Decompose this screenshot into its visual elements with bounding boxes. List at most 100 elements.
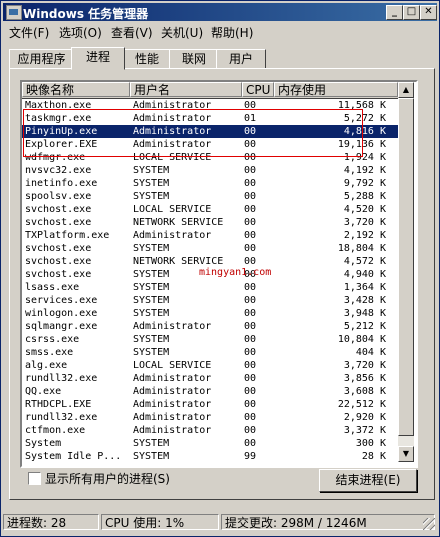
- process-row[interactable]: System SYSTEM 00 300 K: [22, 437, 398, 450]
- status-commit-charge: 提交更改: 298M / 1246M: [221, 514, 435, 530]
- process-row[interactable]: lsass.exe SYSTEM 00 1,364 K: [22, 281, 398, 294]
- scroll-up-button[interactable]: ▲: [398, 82, 414, 98]
- cell-user-name: SYSTEM: [133, 334, 170, 345]
- cell-user-name: Administrator: [133, 399, 212, 410]
- show-all-users-label[interactable]: 显示所有用户的进程(S): [45, 470, 170, 487]
- cell-cpu: 00: [244, 386, 257, 397]
- cell-image-name: csrss.exe: [25, 334, 80, 345]
- process-row[interactable]: TXPlatform.exe Administrator 00 2,192 K: [22, 229, 398, 242]
- cell-image-name: svchost.exe: [25, 269, 92, 280]
- watermark: mingyan1.com: [199, 267, 272, 278]
- cell-memory: 3,428 K: [343, 295, 386, 306]
- process-row[interactable]: QQ.exe Administrator 00 3,608 K: [22, 385, 398, 398]
- cell-memory: 4,192 K: [343, 165, 386, 176]
- highlight-box: [23, 109, 363, 157]
- cell-memory: 3,720 K: [343, 217, 386, 228]
- process-row[interactable]: winlogon.exe SYSTEM 00 3,948 K: [22, 307, 398, 320]
- menu-file[interactable]: 文件(F): [9, 24, 49, 41]
- cell-cpu: 00: [244, 399, 257, 410]
- title-bar[interactable]: Windows 任务管理器 _ □ ✕: [3, 3, 437, 21]
- scroll-thumb[interactable]: [398, 98, 414, 436]
- cell-image-name: System Idle P...: [25, 451, 122, 462]
- cell-cpu: 00: [244, 217, 257, 228]
- cell-memory: 18,804 K: [337, 243, 386, 254]
- process-row[interactable]: ctfmon.exe Administrator 00 3,372 K: [22, 424, 398, 437]
- process-row[interactable]: inetinfo.exe SYSTEM 00 9,792 K: [22, 177, 398, 190]
- process-row[interactable]: csrss.exe SYSTEM 00 10,804 K: [22, 333, 398, 346]
- cell-image-name: QQ.exe: [25, 386, 62, 397]
- process-row[interactable]: rundll32.exe Administrator 00 2,920 K: [22, 411, 398, 424]
- cell-cpu: 00: [244, 178, 257, 189]
- cell-image-name: services.exe: [25, 295, 98, 306]
- process-row[interactable]: spoolsv.exe SYSTEM 00 5,288 K: [22, 190, 398, 203]
- cell-user-name: Administrator: [133, 321, 212, 332]
- cell-user-name: SYSTEM: [133, 438, 170, 449]
- cell-image-name: svchost.exe: [25, 217, 92, 228]
- process-row[interactable]: services.exe SYSTEM 00 3,428 K: [22, 294, 398, 307]
- vertical-scrollbar[interactable]: ▲ ▼: [398, 82, 414, 462]
- menu-shutdown[interactable]: 关机(U): [161, 24, 203, 41]
- cell-memory: 9,792 K: [343, 178, 386, 189]
- cell-memory: 3,856 K: [343, 373, 386, 384]
- cell-cpu: 00: [244, 191, 257, 202]
- end-process-button[interactable]: 结束进程(E): [319, 469, 417, 492]
- cell-memory: 10,804 K: [337, 334, 386, 345]
- column-cpu[interactable]: CPU: [242, 82, 274, 97]
- cell-cpu: 00: [244, 295, 257, 306]
- cell-image-name: RTHDCPL.EXE: [25, 399, 92, 410]
- cell-user-name: Administrator: [133, 425, 212, 436]
- cell-memory: 5,288 K: [343, 191, 386, 202]
- cell-image-name: sqlmangr.exe: [25, 321, 98, 332]
- tab-networking[interactable]: 联网: [169, 49, 219, 69]
- process-row[interactable]: smss.exe SYSTEM 00 404 K: [22, 346, 398, 359]
- tab-strip: 应用程序 进程 性能 联网 用户: [9, 47, 429, 70]
- process-row[interactable]: nvsvc32.exe SYSTEM 00 4,192 K: [22, 164, 398, 177]
- cell-user-name: SYSTEM: [133, 347, 170, 358]
- close-button[interactable]: ✕: [420, 5, 437, 20]
- status-process-count: 进程数: 28: [3, 514, 99, 530]
- tab-performance[interactable]: 性能: [122, 49, 172, 69]
- tab-applications[interactable]: 应用程序: [9, 49, 74, 69]
- cell-image-name: lsass.exe: [25, 282, 80, 293]
- show-all-users-checkbox[interactable]: [28, 472, 41, 485]
- process-row[interactable]: sqlmangr.exe Administrator 00 5,212 K: [22, 320, 398, 333]
- tab-users[interactable]: 用户: [216, 49, 266, 69]
- tab-processes[interactable]: 进程: [71, 47, 125, 70]
- process-row[interactable]: svchost.exe LOCAL SERVICE 00 4,520 K: [22, 203, 398, 216]
- cell-user-name: SYSTEM: [133, 243, 170, 254]
- menu-view[interactable]: 查看(V): [111, 24, 153, 41]
- cell-memory: 4,572 K: [343, 256, 386, 267]
- resize-grip[interactable]: [423, 518, 435, 530]
- cell-image-name: smss.exe: [25, 347, 74, 358]
- cell-user-name: SYSTEM: [133, 308, 170, 319]
- process-row[interactable]: svchost.exe SYSTEM 00 18,804 K: [22, 242, 398, 255]
- cell-user-name: SYSTEM: [133, 165, 170, 176]
- column-user-name[interactable]: 用户名: [130, 82, 242, 97]
- cell-memory: 4,940 K: [343, 269, 386, 280]
- process-row[interactable]: RTHDCPL.EXE Administrator 00 22,512 K: [22, 398, 398, 411]
- cell-cpu: 00: [244, 373, 257, 384]
- cell-cpu: 99: [244, 451, 257, 462]
- cell-image-name: rundll32.exe: [25, 412, 98, 423]
- menu-help[interactable]: 帮助(H): [211, 24, 253, 41]
- process-row[interactable]: alg.exe LOCAL SERVICE 00 3,720 K: [22, 359, 398, 372]
- cell-user-name: Administrator: [133, 230, 212, 241]
- scroll-down-button[interactable]: ▼: [398, 446, 414, 462]
- cell-cpu: 00: [244, 165, 257, 176]
- column-memory[interactable]: 内存使用: [274, 82, 398, 97]
- minimize-button[interactable]: _: [386, 5, 403, 20]
- cell-image-name: svchost.exe: [25, 243, 92, 254]
- cell-user-name: Administrator: [133, 412, 212, 423]
- cell-user-name: SYSTEM: [133, 295, 170, 306]
- process-row[interactable]: svchost.exe NETWORK SERVICE 00 3,720 K: [22, 216, 398, 229]
- cell-user-name: SYSTEM: [133, 191, 170, 202]
- column-image-name[interactable]: 映像名称: [22, 82, 130, 97]
- cell-cpu: 00: [244, 360, 257, 371]
- cell-user-name: NETWORK SERVICE: [133, 217, 224, 228]
- maximize-button[interactable]: □: [403, 5, 420, 20]
- menu-options[interactable]: 选项(O): [59, 24, 102, 41]
- cell-memory: 28 K: [361, 451, 386, 462]
- cell-cpu: 00: [244, 243, 257, 254]
- process-row[interactable]: System Idle P... SYSTEM 99 28 K: [22, 450, 398, 463]
- process-row[interactable]: rundll32.exe Administrator 00 3,856 K: [22, 372, 398, 385]
